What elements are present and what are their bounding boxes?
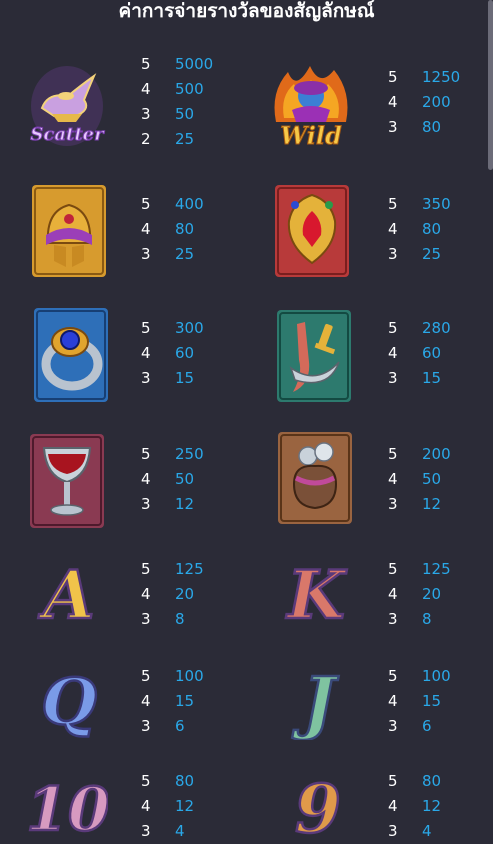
paytable-a: 5 125 4 20 38: [141, 560, 204, 628]
coin-pouch-icon: [278, 432, 352, 524]
turban-helmet-icon: [32, 185, 106, 277]
scrollbar[interactable]: [488, 0, 493, 839]
paytable-title: ค่าการจ่ายรางวัลของสัญลักษณ์: [118, 0, 375, 22]
letter-j-icon: J: [284, 660, 354, 740]
paytable-q: 5 100 4 15 36: [141, 667, 204, 735]
wild-text: Wild: [280, 121, 342, 150]
number-nine-icon: 9: [283, 766, 353, 839]
ruby-amulet-icon: [275, 185, 349, 277]
paytable-scatter: 5 5000 4 500 3 50 2 25: [141, 55, 214, 148]
goblet-icon: [30, 434, 104, 528]
letter-a-text: A: [37, 556, 94, 632]
paytable-goblet: 5 250 4 50 3 12: [141, 445, 204, 513]
paytable-wild: 5 1250 4 200 3 80: [388, 68, 461, 136]
crossed-daggers-icon: [277, 310, 351, 402]
genie-lamp-scatter-icon: Scatter: [28, 56, 106, 148]
number-nine-text: 9: [295, 770, 341, 839]
paytable-nine: 5 80 4 12 34: [388, 772, 442, 840]
scatter-text: Scatter: [30, 124, 105, 145]
paytable-amulet: 5 350 4 80 3 25: [388, 195, 451, 263]
paytable-k: 5 125 4 20 38: [388, 560, 451, 628]
letter-a-icon: A: [34, 552, 104, 632]
letter-k-text: K: [285, 556, 347, 632]
paytable-pouch: 5 200 4 50 3 12: [388, 445, 451, 513]
paytable-daggers: 5 280 4 60 3 15: [388, 319, 451, 387]
letter-q-text: Q: [41, 665, 97, 740]
genie-wild-icon: Wild: [266, 52, 356, 152]
paytable-j: 5 100 4 15 36: [388, 667, 451, 735]
sapphire-ring-icon: [34, 308, 108, 402]
paytable-ring: 5 300 4 60 3 15: [141, 319, 204, 387]
letter-k-icon: K: [281, 552, 351, 632]
scrollbar-thumb[interactable]: [488, 0, 493, 170]
number-ten-text: 10: [28, 775, 108, 839]
letter-q-icon: Q: [34, 660, 104, 740]
paytable-ten: 5 80 4 12 34: [141, 772, 195, 840]
paytable-turban: 5 400 4 80 3 25: [141, 195, 204, 263]
number-ten-icon: 10: [28, 766, 108, 839]
letter-j-text: J: [292, 663, 339, 740]
